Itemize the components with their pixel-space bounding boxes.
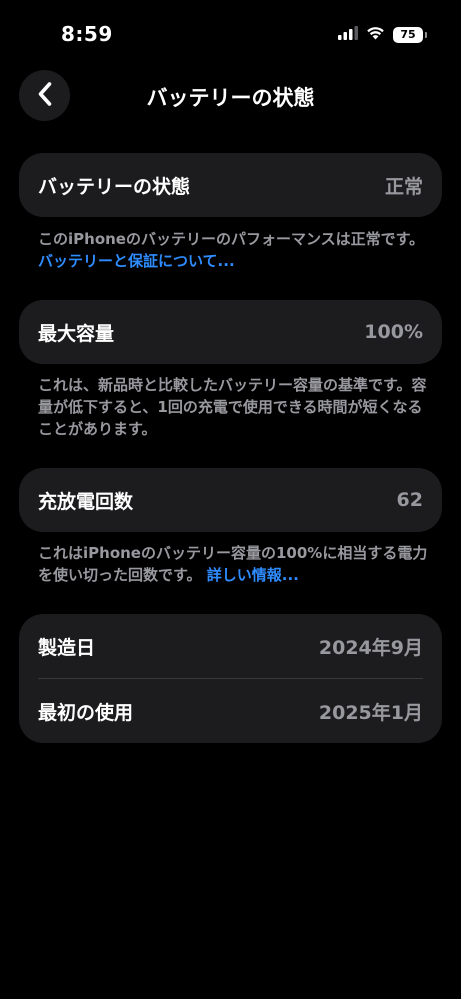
battery-health-value: 正常 [384, 175, 423, 198]
battery-health-card: バッテリーの状態 正常 [19, 153, 442, 217]
cycle-count-label: 充放電回数 [38, 490, 134, 513]
manufacture-date-label: 製造日 [38, 636, 96, 659]
battery-health-footnote: このiPhoneのバッテリーのパフォーマンスは正常です。バッテリーと保証について… [38, 228, 428, 272]
maximum-capacity-footnote-text: これは、新品時と比較したバッテリー容量の基準です。容量が低下すると、1回の充電で… [38, 376, 427, 438]
cycle-count-value: 62 [396, 489, 423, 511]
cycle-count-footnote: これはiPhoneのバッテリー容量の100%に相当する電力を使い切った回数です。… [38, 542, 428, 586]
cycle-count-row: 充放電回数 62 [19, 468, 442, 532]
first-use-row: 最初の使用 2025年1月 [19, 679, 442, 743]
maximum-capacity-footnote: これは、新品時と比較したバッテリー容量の基準です。容量が低下すると、1回の充電で… [38, 374, 428, 440]
status-bar: 8:59 75 [0, 0, 461, 60]
manufacture-date-row: 製造日 2024年9月 [19, 614, 442, 678]
first-use-label: 最初の使用 [38, 701, 134, 724]
battery-nub [425, 31, 427, 38]
status-icons: 75 [338, 25, 427, 44]
manufacture-date-value: 2024年9月 [318, 636, 423, 659]
cycle-count-card: 充放電回数 62 [19, 468, 442, 532]
battery-warranty-link[interactable]: バッテリーと保証について... [38, 252, 235, 270]
learn-more-link[interactable]: 詳しい情報... [207, 566, 299, 584]
battery-health-label: バッテリーの状態 [38, 175, 191, 198]
battery-level: 75 [400, 28, 416, 41]
status-time: 8:59 [61, 22, 113, 46]
battery-icon: 75 [393, 26, 427, 43]
first-use-value: 2025年1月 [318, 701, 423, 724]
maximum-capacity-card: 最大容量 100% [19, 300, 442, 364]
page-title: バッテリーの状態 [146, 86, 315, 110]
maximum-capacity-value: 100% [364, 321, 423, 343]
navigation-bar: バッテリーの状態 [0, 70, 461, 122]
dates-card: 製造日 2024年9月 最初の使用 2025年1月 [19, 614, 442, 743]
wifi-icon [366, 25, 385, 44]
maximum-capacity-row: 最大容量 100% [19, 300, 442, 364]
maximum-capacity-label: 最大容量 [38, 322, 115, 345]
cellular-signal-icon [338, 25, 358, 44]
battery-health-row: バッテリーの状態 正常 [19, 153, 442, 217]
battery-health-footnote-text: このiPhoneのバッテリーのパフォーマンスは正常です。 [38, 230, 425, 248]
